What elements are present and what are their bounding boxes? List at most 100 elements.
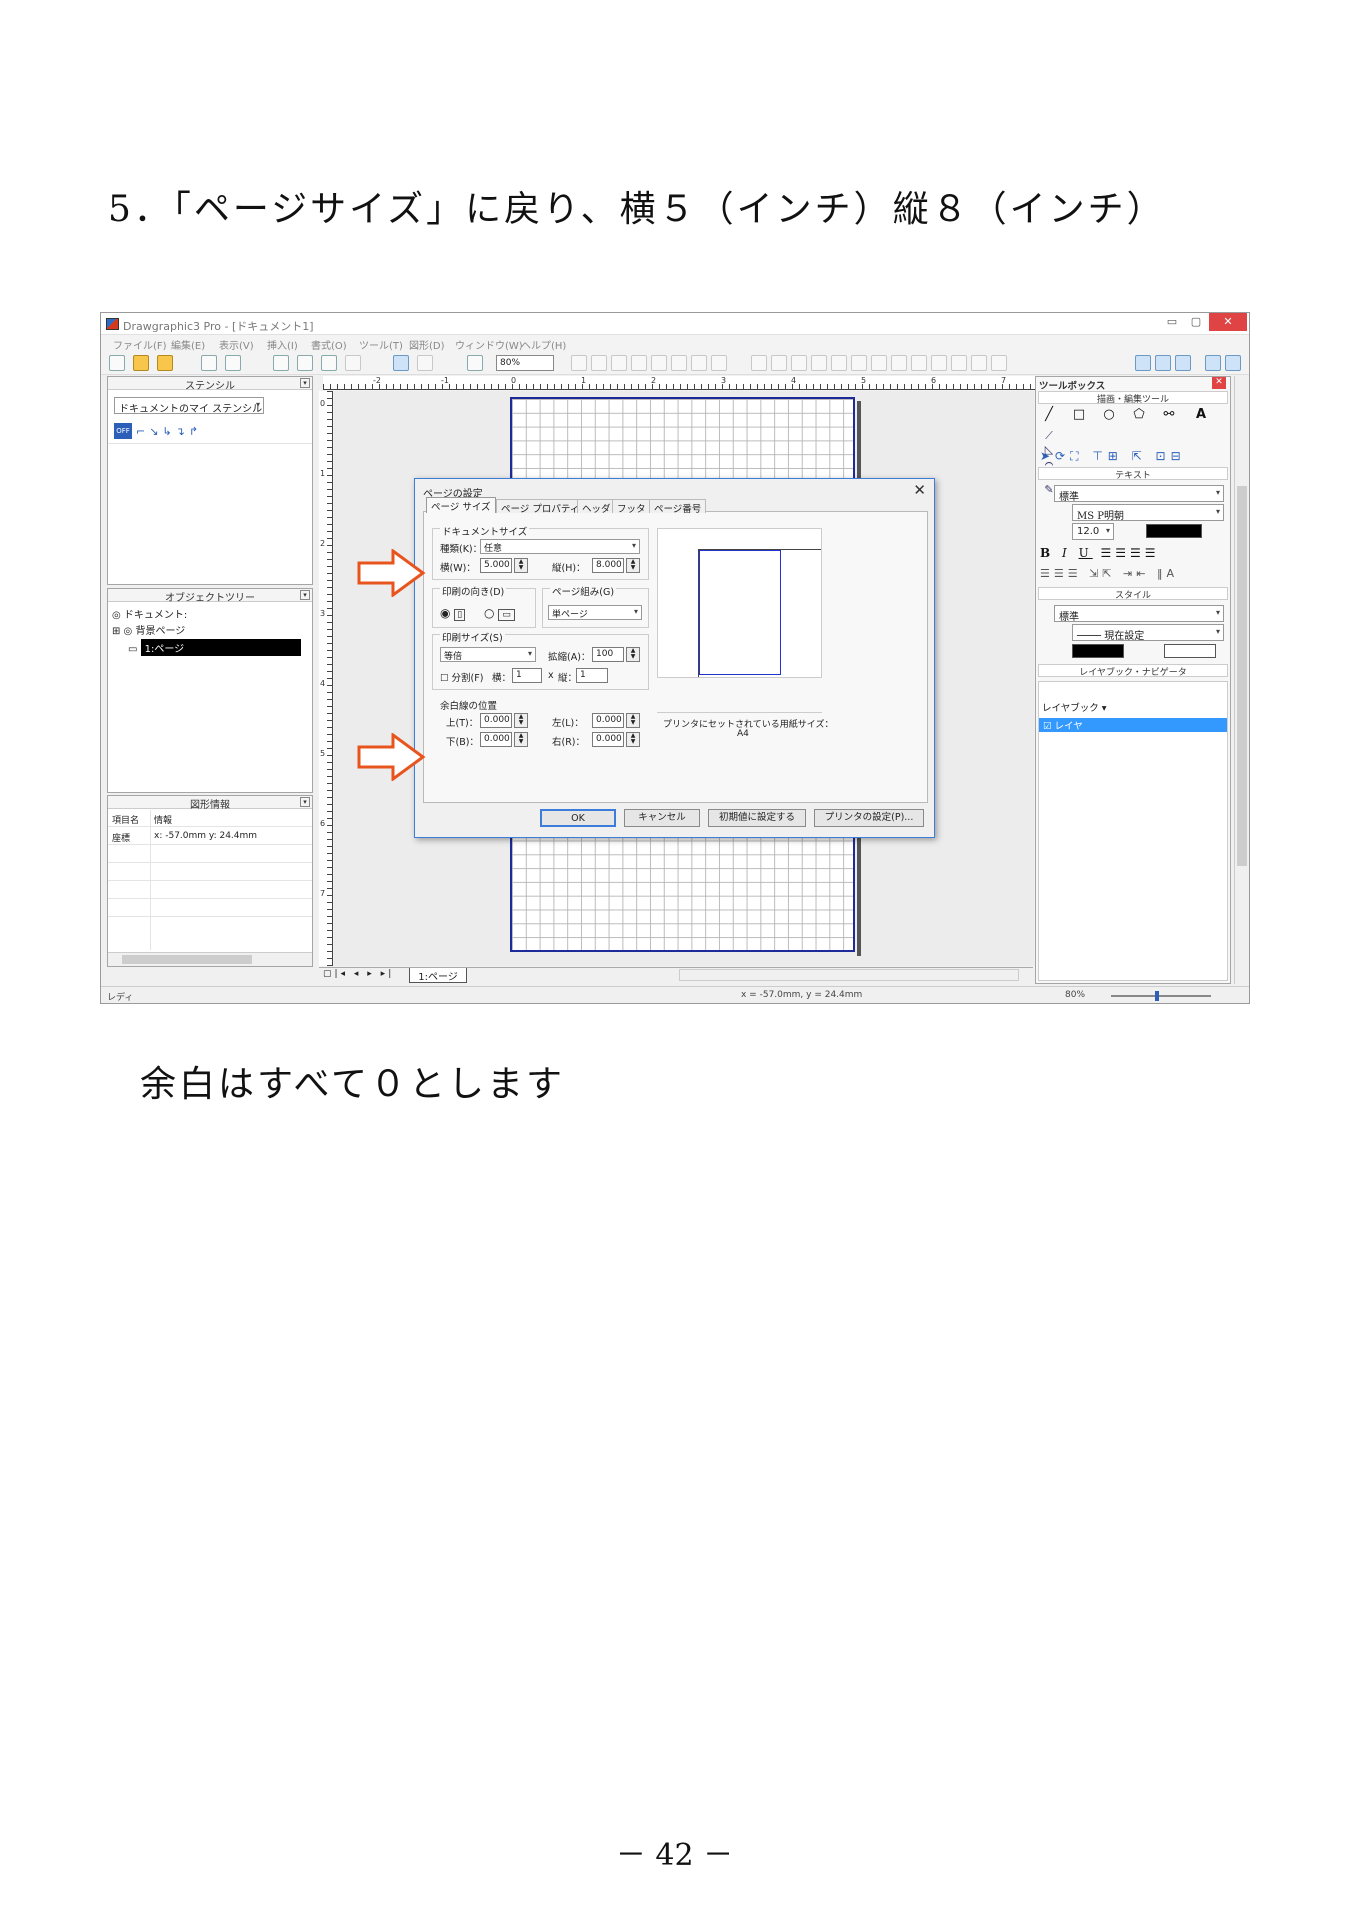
new-file-icon[interactable] [109,355,125,371]
shape-icon-4[interactable] [811,355,827,371]
shape-icon-12[interactable] [971,355,987,371]
print-preview-icon[interactable] [225,355,241,371]
connector-icons[interactable]: ⌐↘↳↴↱ [136,425,202,438]
left-margin-input[interactable]: 0.000 [592,713,624,728]
shape-icon-7[interactable] [871,355,887,371]
height-input[interactable]: 8.000 [592,558,624,573]
layerbook-select[interactable]: レイヤブック ▾ [1042,700,1107,714]
tree-document[interactable]: ◎ ドキュメント: [112,606,187,621]
shape-icon-2[interactable] [771,355,787,371]
landscape-radio[interactable]: ○ ▭ [484,606,515,621]
zoom-select[interactable]: 80% [496,355,554,371]
arrange-icon-8[interactable] [711,355,727,371]
portrait-radio[interactable]: ◉ ▯ [440,606,466,621]
dialog-close-icon[interactable]: ✕ [913,481,926,499]
shape-icon-5[interactable] [831,355,847,371]
left-margin-spinner[interactable]: ▲ ▼ [626,713,640,728]
printer-settings-button[interactable]: プリンタの設定(P)... [814,809,924,827]
right-margin-input[interactable]: 0.000 [592,732,624,747]
line-tool-icon[interactable]: ╱ [1040,407,1058,422]
zoom-slider-thumb[interactable] [1155,991,1159,1001]
height-spinner[interactable]: ▲ ▼ [626,558,640,573]
shape-icon-1[interactable] [751,355,767,371]
arrange-icon-6[interactable] [671,355,687,371]
line-style-select[interactable]: 標準 ▾ [1054,605,1224,622]
menu-tools[interactable]: ツール(T) [359,337,403,352]
menu-file[interactable]: ファイル(F) [113,337,167,352]
split-v-input[interactable]: 1 [576,668,608,683]
layer-item[interactable]: ☑ レイヤ [1039,718,1227,732]
copy-icon[interactable] [297,355,313,371]
text-tool-icon[interactable]: A [1192,407,1210,422]
grid-icon[interactable] [1135,355,1151,371]
text-style-select[interactable]: 標準 ▾ [1054,485,1224,502]
split-checkbox[interactable]: ☐ 分割(F) [440,670,483,684]
arrange-icon-7[interactable] [691,355,707,371]
line-setting-select[interactable]: ──── 現在設定 ▾ [1072,624,1224,641]
text-format-icons[interactable]: B I U ☰☰☰☰ [1040,546,1220,560]
zoom-slider[interactable] [1111,991,1211,1001]
cancel-button[interactable]: キャンセル [624,809,700,827]
print-size-select[interactable]: 等倍 ▾ [440,647,536,662]
bottom-margin-spinner[interactable]: ▲ ▼ [514,732,528,747]
stencil-dropdown[interactable]: ドキュメントのマイ ステンシル ▾ [114,397,264,414]
width-input[interactable]: 5.000 [480,558,512,573]
text-color-swatch[interactable] [1146,524,1202,538]
scale-input[interactable]: 100 [592,647,624,662]
paste-icon[interactable] [321,355,337,371]
layout-select[interactable]: 単ページ ▾ [548,605,642,620]
shape-icon-10[interactable] [931,355,947,371]
cut-icon[interactable] [273,355,289,371]
menu-view[interactable]: 表示(V) [219,337,254,352]
polygon-tool-icon[interactable]: ⬠ [1130,407,1148,422]
scrollbar-thumb[interactable] [1237,486,1247,866]
text-align-icons[interactable]: ☰☰☰ ⇲⇱ ⇥⇤ ‖A [1040,567,1220,580]
vertical-scrollbar[interactable] [1234,376,1248,984]
font-size-select[interactable]: 12.0 ▾ [1072,523,1114,540]
shape-icon-6[interactable] [851,355,867,371]
tab-page-number[interactable]: ページ番号 [649,499,707,515]
menu-insert[interactable]: 挿入(I) [267,337,298,352]
shape-icon-3[interactable] [791,355,807,371]
panel-pin-icon[interactable]: ▾ [300,378,310,388]
top-margin-input[interactable]: 0.000 [480,713,512,728]
tab-footer[interactable]: フッタ [612,499,651,515]
arrange-icon-2[interactable] [591,355,607,371]
type-select[interactable]: 任意 ▾ [480,539,640,554]
tab-page-size[interactable]: ページ サイズ [426,497,496,513]
scrollbar-thumb[interactable] [122,955,252,964]
shape-icon-11[interactable] [951,355,967,371]
menu-shape[interactable]: 図形(D) [409,337,445,352]
scale-spinner[interactable]: ▲ ▼ [626,647,640,662]
panel-pin-icon[interactable]: ▾ [300,797,310,807]
arrange-icon-5[interactable] [651,355,667,371]
guide-icon[interactable] [1155,355,1171,371]
select-tool-icon[interactable] [1205,355,1221,371]
ellipse-tool-icon[interactable]: ○ [1100,407,1118,422]
close-button[interactable]: ✕ [1209,313,1247,331]
right-margin-spinner[interactable]: ▲ ▼ [626,732,640,747]
page-tab-1[interactable]: 1:ページ [409,968,467,983]
redo-icon[interactable] [417,355,433,371]
menu-edit[interactable]: 編集(E) [171,337,205,352]
connector-tool-icon[interactable]: ⚯ [1160,407,1178,422]
toolbox-close-icon[interactable]: ✕ [1212,377,1226,389]
menu-help[interactable]: ヘルプ(H) [521,337,566,352]
shape-icon-8[interactable] [891,355,907,371]
zoom-icon[interactable] [467,355,483,371]
line-color-swatch[interactable] [1072,644,1124,658]
tree-background-page[interactable]: ⊞ ◎ 背景ページ [112,622,185,637]
panel-pin-icon[interactable]: ▾ [300,590,310,600]
split-h-input[interactable]: 1 [512,668,542,683]
page-nav-buttons[interactable]: ▢|◂ ◂ ▸ ▸| [323,969,394,979]
snap-icon[interactable] [1175,355,1191,371]
tab-page-properties[interactable]: ページ プロパティ [496,499,585,515]
tab-header[interactable]: ヘッダ [577,499,616,515]
stencil-off-toggle[interactable]: OFF [114,423,132,439]
paste-special-icon[interactable] [345,355,361,371]
connect-tool-icon[interactable] [1225,355,1241,371]
font-select[interactable]: MS P明朝 ▾ [1072,504,1224,521]
undo-icon[interactable] [393,355,409,371]
select-tools-icons[interactable]: ➤⟳⛶ ⊤⊞ ⇱ ⊡⊟ [1040,449,1190,464]
fill-color-swatch[interactable] [1164,644,1216,658]
